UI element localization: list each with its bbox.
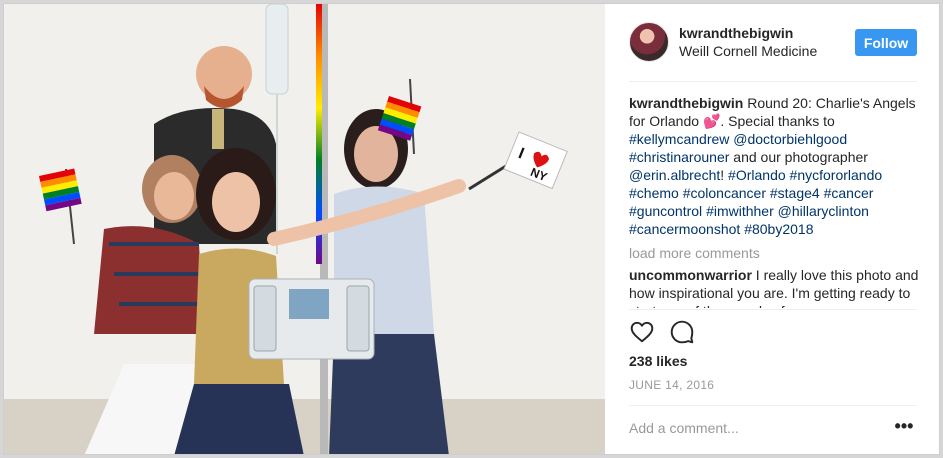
caption-text-segment: ! xyxy=(720,167,729,183)
hashtag-link[interactable]: #stage4 xyxy=(770,185,820,201)
header-location[interactable]: Weill Cornell Medicine xyxy=(679,43,817,59)
caption-text: Round 20: Charlie's Angels for Orlando 💕… xyxy=(629,95,916,237)
load-more-comments-link[interactable]: load more comments xyxy=(629,244,919,262)
mention-link[interactable]: @erin.albrecht xyxy=(629,167,720,183)
instagram-post: I NY kwrandthebigwin Weill Cornell Medic… xyxy=(3,3,940,455)
comment-icon[interactable] xyxy=(669,319,695,345)
add-comment-input[interactable] xyxy=(629,418,879,438)
likes-count[interactable]: 238 likes xyxy=(629,353,687,369)
header-username[interactable]: kwrandthebigwin xyxy=(679,25,793,41)
hashtag-link[interactable]: #cancer xyxy=(824,185,874,201)
caption-text-segment: . Special thanks to xyxy=(720,113,835,129)
hashtag-link[interactable]: #christinarouner xyxy=(629,149,729,165)
post-date[interactable]: JUNE 14, 2016 xyxy=(629,378,714,392)
divider xyxy=(629,405,917,406)
hashtag-link[interactable]: #nycfororlando xyxy=(790,167,883,183)
hashtag-link[interactable]: #cancermoonshot xyxy=(629,221,740,237)
avatar[interactable] xyxy=(629,22,669,62)
comments-section: kwrandthebigwin Round 20: Charlie's Ange… xyxy=(629,94,919,308)
follow-button[interactable]: Follow xyxy=(855,29,917,56)
mention-link[interactable]: @hillaryclinton xyxy=(778,203,869,219)
divider xyxy=(629,309,917,310)
more-options-button[interactable]: ••• xyxy=(891,416,917,436)
divider xyxy=(629,81,917,82)
hashtag-link[interactable]: #80by2018 xyxy=(744,221,813,237)
photo-image: I NY xyxy=(4,4,605,454)
hashtag-link[interactable]: #imwithher xyxy=(706,203,774,219)
hashtag-link[interactable]: #kellymcandrew xyxy=(629,131,729,147)
heart-icon[interactable] xyxy=(629,319,655,345)
comment-username[interactable]: uncommonwarrior xyxy=(629,267,752,283)
post-photo[interactable]: I NY xyxy=(4,4,605,454)
hearts-emoji: 💕 xyxy=(702,113,721,129)
caption-username[interactable]: kwrandthebigwin xyxy=(629,95,743,111)
hashtag-link[interactable]: #chemo xyxy=(629,185,679,201)
caption-text-segment: and our photographer xyxy=(729,149,868,165)
mention-link[interactable]: @doctorbiehlgood xyxy=(733,131,847,147)
hashtag-link[interactable]: #coloncancer xyxy=(683,185,766,201)
comment-item: uncommonwarrior I really love this photo… xyxy=(629,266,919,308)
action-bar xyxy=(629,319,829,345)
post-side-panel: kwrandthebigwin Weill Cornell Medicine F… xyxy=(605,4,939,454)
caption: kwrandthebigwin Round 20: Charlie's Ange… xyxy=(629,94,919,238)
hashtag-link[interactable]: #Orlando xyxy=(728,167,786,183)
post-header: kwrandthebigwin Weill Cornell Medicine F… xyxy=(629,22,917,62)
hashtag-link[interactable]: #guncontrol xyxy=(629,203,702,219)
